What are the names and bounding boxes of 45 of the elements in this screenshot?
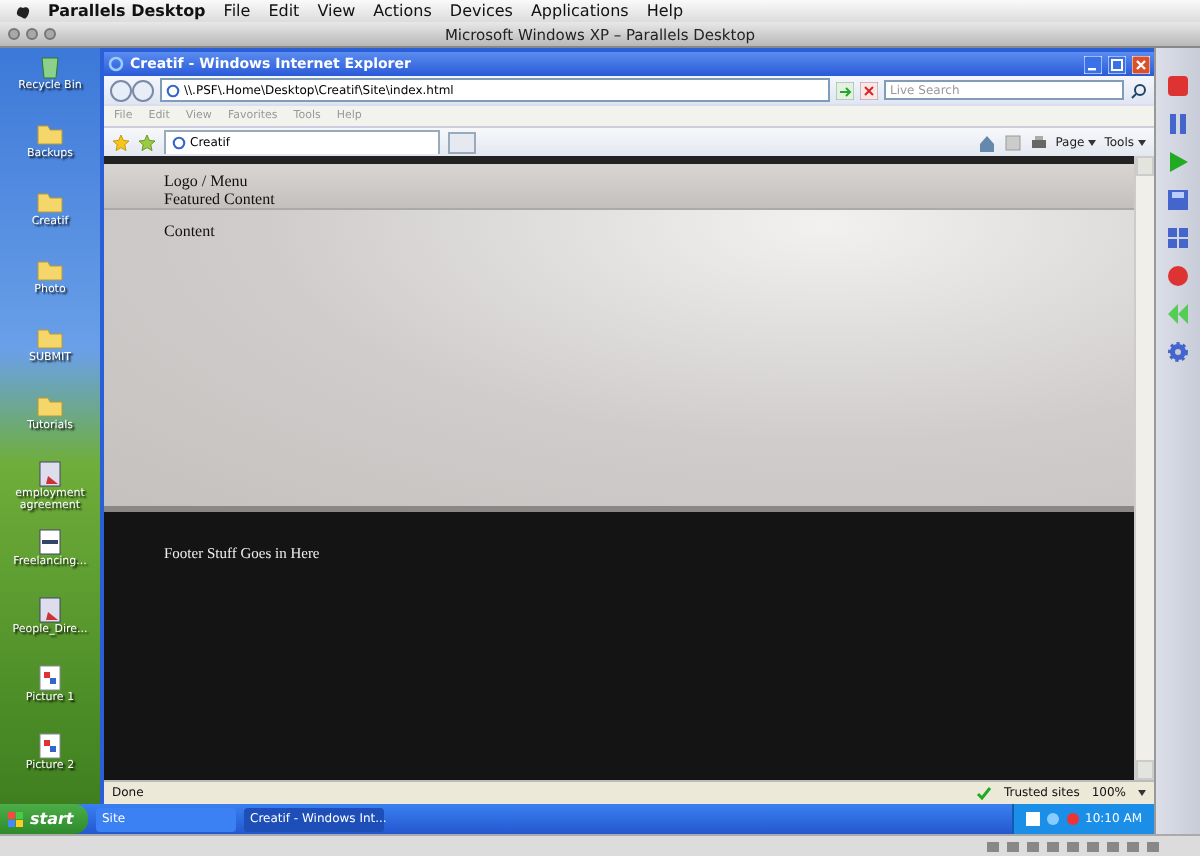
- add-favorite-icon[interactable]: [138, 133, 156, 151]
- record-icon[interactable]: [1166, 264, 1190, 288]
- pause-icon[interactable]: [1166, 112, 1190, 136]
- picture-file-icon: [36, 732, 64, 760]
- header-text: Logo / Menu: [164, 172, 250, 190]
- menu-item[interactable]: Devices: [449, 2, 513, 20]
- grid-icon[interactable]: [1166, 226, 1190, 250]
- menu-item[interactable]: Help: [646, 2, 684, 20]
- folder-icon: [36, 120, 64, 148]
- folder-icon: [36, 324, 64, 352]
- document-icon: [36, 460, 64, 488]
- start-button[interactable]: start: [0, 804, 88, 834]
- document-icon: [36, 596, 64, 624]
- recycle-bin-icon: [36, 52, 64, 80]
- caret-icon: [1138, 139, 1146, 145]
- star-icon[interactable]: [112, 133, 130, 151]
- windows-logo-icon: [8, 811, 24, 827]
- folder-icon: [36, 256, 64, 284]
- caret-icon: [1088, 139, 1097, 145]
- caret-icon: [1138, 790, 1146, 796]
- gear-icon[interactable]: [1166, 340, 1190, 364]
- app-menu[interactable]: Parallels Desktop: [48, 2, 206, 20]
- menu-item[interactable]: Applications: [530, 2, 629, 20]
- folder-icon: [36, 392, 64, 420]
- folder-icon: [36, 188, 64, 216]
- menu-item[interactable]: View: [317, 2, 356, 20]
- close-icon[interactable]: [1132, 55, 1150, 73]
- menu-item[interactable]: Actions: [373, 2, 432, 20]
- refresh-icon[interactable]: [836, 81, 854, 99]
- search-icon[interactable]: [1130, 81, 1148, 99]
- spreadsheet-icon: [36, 528, 64, 556]
- menu-item[interactable]: File: [223, 2, 251, 20]
- scrollbar[interactable]: [1134, 156, 1154, 780]
- stop-icon[interactable]: [860, 81, 878, 99]
- menu-item[interactable]: Edit: [268, 2, 300, 20]
- stop-icon[interactable]: [1166, 74, 1190, 98]
- new-tab-button[interactable]: [448, 131, 476, 153]
- maximize-icon[interactable]: [1108, 55, 1126, 73]
- minimize-icon[interactable]: [1084, 55, 1102, 73]
- checkmark-icon: [975, 785, 992, 801]
- picture-file-icon: [36, 664, 64, 692]
- content-text: Content: [164, 222, 215, 240]
- play-icon[interactable]: [1166, 150, 1190, 174]
- home-icon[interactable]: [977, 133, 996, 151]
- header-text: Featured Content: [164, 190, 277, 208]
